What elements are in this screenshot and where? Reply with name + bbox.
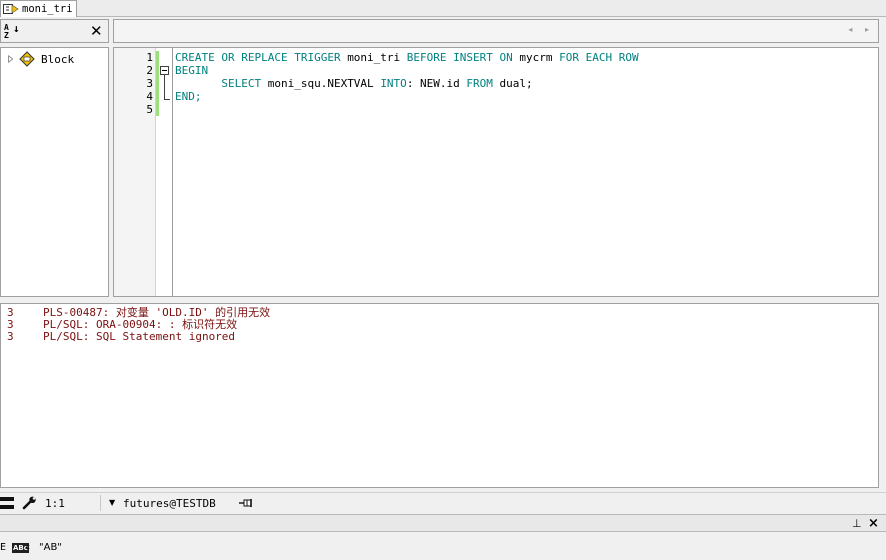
block-icon: [19, 51, 35, 67]
find-bar: E ABc c "AB": [0, 536, 886, 560]
tree-item-block[interactable]: Block: [7, 51, 74, 67]
tab-moni-tri[interactable]: moni_tri: [0, 0, 77, 17]
code-identifier: dual;: [499, 77, 533, 90]
code-line[interactable]: [175, 103, 639, 116]
find-bar-edge-glyph: E: [0, 542, 7, 553]
code-identifier: moni_squ.NEXTVAL: [267, 77, 381, 90]
code-line[interactable]: CREATE OR REPLACE TRIGGER moni_tri BEFOR…: [175, 51, 639, 64]
code-keyword: CREATE OR REPLACE TRIGGER: [175, 51, 348, 64]
fold-range-line: [164, 75, 165, 100]
editor-nav-strip: ◂ ▸: [113, 19, 879, 43]
trigger-icon: [3, 4, 19, 14]
tab-bar: moni_tri: [0, 0, 886, 17]
code-text[interactable]: CREATE OR REPLACE TRIGGER moni_tri BEFOR…: [175, 51, 639, 116]
code-keyword: INTO: [380, 77, 407, 90]
compiler-message[interactable]: 3 PL/SQL: SQL Statement ignored: [7, 331, 235, 343]
find-text-value[interactable]: "AB": [39, 542, 62, 553]
code-line[interactable]: SELECT moni_squ.NEXTVAL INTO: NEW.id FRO…: [175, 77, 639, 90]
close-panel-button[interactable]: ✕: [90, 23, 104, 39]
status-separator: [100, 495, 101, 511]
line-number: 1: [146, 51, 153, 64]
wrench-icon[interactable]: [22, 496, 38, 510]
pin-icon[interactable]: [238, 497, 254, 509]
line-number: 5: [146, 103, 153, 116]
structure-toolbar: A Z ↓ ✕: [0, 19, 109, 43]
line-number: 2: [146, 64, 153, 77]
code-keyword: SELECT: [175, 77, 268, 90]
code-keyword: BEGIN: [175, 64, 209, 77]
sort-alphabetical-button[interactable]: A Z ↓: [3, 23, 21, 41]
expand-arrow-icon[interactable]: [7, 55, 15, 63]
cursor-position: 1:1: [45, 497, 65, 510]
dock-pin-icon[interactable]: ⊥: [852, 517, 862, 530]
line-number-gutter: 12345: [114, 48, 156, 296]
case-option-label: c: [26, 543, 30, 551]
fold-collapse-icon[interactable]: [160, 66, 169, 75]
fold-range-end: [164, 99, 170, 100]
status-bar: 1:1 ▼ futures@TESTDB: [0, 492, 886, 512]
code-identifier: moni_tri: [347, 51, 407, 64]
line-number: 4: [146, 90, 153, 103]
sort-az-icon: A Z: [4, 23, 9, 40]
panels-icon[interactable]: [0, 495, 15, 511]
line-numbers: 12345: [114, 51, 153, 116]
message-line-number: 3: [7, 330, 14, 343]
find-panel-header: ⊥ ×: [0, 514, 886, 532]
code-identifier: : NEW.id: [406, 77, 467, 90]
code-line[interactable]: END;: [175, 90, 639, 103]
code-editor[interactable]: 12345 CREATE OR REPLACE TRIGGER moni_tri…: [113, 47, 879, 297]
code-line[interactable]: BEGIN: [175, 64, 639, 77]
message-text: PL/SQL: SQL Statement ignored: [43, 330, 236, 343]
code-keyword: END;: [175, 90, 202, 103]
tab-label: moni_tri: [22, 3, 73, 15]
scroll-tabs-arrows[interactable]: ◂ ▸: [848, 25, 874, 34]
sort-arrow-icon: ↓: [13, 22, 20, 35]
code-keyword: FROM: [466, 77, 500, 90]
code-keyword: FOR EACH ROW: [559, 51, 639, 64]
structure-tree: Block: [0, 47, 109, 297]
dock-close-button[interactable]: ×: [868, 516, 879, 531]
line-number: 3: [146, 77, 153, 90]
connection-label[interactable]: futures@TESTDB: [123, 497, 216, 510]
code-identifier: mycrm: [519, 51, 560, 64]
code-keyword: BEFORE INSERT ON: [406, 51, 520, 64]
fold-column: [159, 48, 173, 296]
compiler-output-panel: 3 PLS-00487: 对变量 'OLD.ID' 的引用无效 3 PL/SQL: O…: [0, 303, 879, 488]
tree-item-label: Block: [41, 52, 75, 66]
connection-dropdown-icon[interactable]: ▼: [109, 498, 115, 507]
